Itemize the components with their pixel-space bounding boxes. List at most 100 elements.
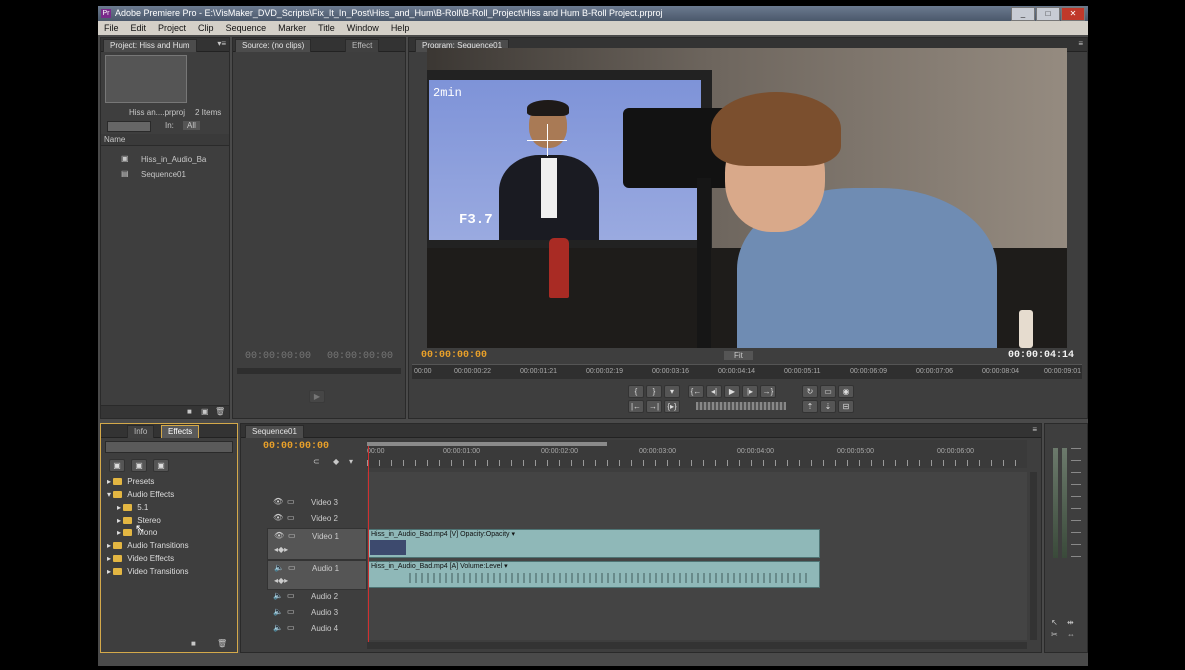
- tree-item-presets[interactable]: ▸ Presets: [107, 477, 154, 487]
- accelerated-effects-icon[interactable]: ▣: [109, 459, 125, 472]
- lock-icon[interactable]: ▭: [288, 563, 296, 572]
- menu-marker[interactable]: Marker: [272, 21, 312, 35]
- yuv-effects-icon[interactable]: ▣: [153, 459, 169, 472]
- tab-info[interactable]: Info: [127, 425, 155, 438]
- lock-icon[interactable]: ▭: [287, 607, 295, 616]
- go-to-in-button[interactable]: {←: [688, 385, 704, 398]
- step-forward-button[interactable]: |▸: [742, 385, 758, 398]
- snap-icon[interactable]: ⊂: [313, 457, 320, 466]
- lock-icon[interactable]: ▭: [287, 497, 295, 506]
- new-bin-icon[interactable]: ■: [187, 407, 192, 416]
- folder-icon: [113, 478, 123, 486]
- lock-icon[interactable]: ▭: [288, 531, 296, 540]
- play-button[interactable]: ▶: [724, 385, 740, 398]
- source-time-ruler[interactable]: [237, 368, 401, 374]
- speaker-icon[interactable]: 🔈: [274, 563, 284, 572]
- speaker-icon[interactable]: 🔈: [273, 623, 283, 632]
- playhead[interactable]: [368, 446, 369, 646]
- panel-menu-icon[interactable]: ≡: [1078, 39, 1083, 48]
- close-button[interactable]: ✕: [1061, 7, 1085, 21]
- loop-button[interactable]: ↻: [802, 385, 818, 398]
- timeline-scrollbar[interactable]: [367, 642, 1027, 649]
- program-monitor-frame[interactable]: F3.7 2min: [427, 48, 1067, 348]
- tab-sequence[interactable]: Sequence01: [245, 425, 304, 438]
- marker-icon[interactable]: ◆: [333, 457, 339, 466]
- tree-item-5-1[interactable]: ▸ 5.1: [117, 503, 148, 513]
- timeline-ruler[interactable]: 00:00 00:00:01:00 00:00:02:00 00:00:03:0…: [367, 440, 1027, 468]
- tools-razor-icon[interactable]: ✂: [1051, 630, 1058, 639]
- maximize-button[interactable]: □: [1036, 7, 1060, 21]
- menu-clip[interactable]: Clip: [192, 21, 220, 35]
- tab-project[interactable]: Project: Hiss and Hum: [103, 39, 197, 52]
- name-header[interactable]: Name: [101, 134, 229, 146]
- toggle-output-icon[interactable]: 👁: [274, 531, 284, 540]
- go-to-previous-edit-button[interactable]: |←: [628, 400, 644, 413]
- safe-margins-button[interactable]: ▭: [820, 385, 836, 398]
- toggle-output-icon[interactable]: 👁: [273, 497, 283, 506]
- menu-file[interactable]: File: [98, 21, 125, 35]
- panel-menu-icon[interactable]: ≡: [1032, 425, 1037, 434]
- in-select[interactable]: All: [183, 121, 200, 130]
- marker-button[interactable]: ▾: [664, 385, 680, 398]
- tools-ripple-icon[interactable]: ⇹: [1067, 618, 1074, 627]
- work-area-bar[interactable]: [367, 442, 607, 446]
- speaker-icon[interactable]: 🔈: [273, 591, 283, 600]
- tab-effect-controls[interactable]: Effect: [345, 39, 380, 52]
- tree-item-video-effects[interactable]: ▸ Video Effects: [107, 554, 174, 564]
- keyframe-nav-icon[interactable]: ◂◆▸: [274, 576, 288, 585]
- program-timecode-current[interactable]: 00:00:00:00: [421, 350, 487, 361]
- set-out-button[interactable]: }: [646, 385, 662, 398]
- set-in-button[interactable]: {: [628, 385, 644, 398]
- delete-icon[interactable]: 🗑: [215, 407, 225, 416]
- trim-button[interactable]: ⊟: [838, 400, 854, 413]
- step-back-button[interactable]: ◂|: [706, 385, 722, 398]
- tree-item-audio-transitions[interactable]: ▸ Audio Transitions: [107, 541, 189, 551]
- video-clip[interactable]: Hiss_in_Audio_Bad.mp4 [V] Opacity:Opacit…: [368, 529, 820, 558]
- menu-title[interactable]: Title: [312, 21, 341, 35]
- tools-select-icon[interactable]: ↖: [1051, 618, 1058, 627]
- extract-button[interactable]: ⇣: [820, 400, 836, 413]
- go-to-out-button[interactable]: →}: [760, 385, 776, 398]
- delete-icon[interactable]: 🗑: [217, 639, 227, 648]
- keyframe-icon[interactable]: ▾: [349, 457, 353, 466]
- tab-source[interactable]: Source: (no clips): [235, 39, 312, 52]
- lock-icon[interactable]: ▭: [287, 591, 295, 600]
- tree-item-video-transitions[interactable]: ▸ Video Transitions: [107, 567, 188, 577]
- track-audio-3: 🔈 ▭ Audio 3: [267, 606, 365, 620]
- jog-shuttle[interactable]: [696, 402, 786, 410]
- menu-sequence[interactable]: Sequence: [220, 21, 273, 35]
- lift-button[interactable]: ⇡: [802, 400, 818, 413]
- keyframe-nav-icon[interactable]: ◂◆▸: [274, 545, 288, 554]
- minimize-button[interactable]: _: [1011, 7, 1035, 21]
- menu-help[interactable]: Help: [385, 21, 416, 35]
- program-time-ruler[interactable]: 00:00 00:00:00:22 00:00:01:21 00:00:02:1…: [412, 364, 1082, 379]
- menu-window[interactable]: Window: [341, 21, 385, 35]
- toggle-output-icon[interactable]: 👁: [273, 513, 283, 522]
- play-in-to-out-button[interactable]: {▸}: [664, 400, 680, 413]
- lock-icon[interactable]: ▭: [287, 623, 295, 632]
- tab-effects[interactable]: Effects: [161, 425, 200, 438]
- lock-icon[interactable]: ▭: [287, 513, 295, 522]
- list-item[interactable]: ▣ Hiss_in_Audio_Ba: [121, 154, 229, 165]
- new-item-icon[interactable]: ▣: [201, 407, 209, 416]
- new-bin-icon[interactable]: ■: [191, 639, 196, 648]
- track-audio-4: 🔈 ▭ Audio 4: [267, 622, 365, 636]
- audio-clip[interactable]: Hiss_in_Audio_Bad.mp4 [A] Volume:Level ▾: [368, 561, 820, 588]
- menu-project[interactable]: Project: [152, 21, 192, 35]
- search-input[interactable]: [107, 121, 151, 132]
- speaker-icon[interactable]: 🔈: [273, 607, 283, 616]
- 32bit-effects-icon[interactable]: ▣: [131, 459, 147, 472]
- timeline-vertical-scrollbar[interactable]: [1030, 472, 1037, 640]
- tools-slip-icon[interactable]: ⇔: [1067, 630, 1075, 639]
- source-timecode-current[interactable]: 00:00:00:00: [245, 351, 311, 362]
- list-item[interactable]: ▤ Sequence01: [121, 169, 229, 180]
- tree-item-audio-effects[interactable]: ▾ Audio Effects: [107, 490, 174, 500]
- panel-menu-icon[interactable]: ▾≡: [217, 39, 226, 48]
- source-play-button[interactable]: ▶: [309, 390, 325, 403]
- export-frame-button[interactable]: ◉: [838, 385, 854, 398]
- timeline-timecode[interactable]: 00:00:00:00: [263, 441, 329, 452]
- effects-search-input[interactable]: [105, 441, 233, 453]
- menu-edit[interactable]: Edit: [125, 21, 153, 35]
- fit-select[interactable]: Fit: [724, 351, 753, 360]
- go-to-next-edit-button[interactable]: →|: [646, 400, 662, 413]
